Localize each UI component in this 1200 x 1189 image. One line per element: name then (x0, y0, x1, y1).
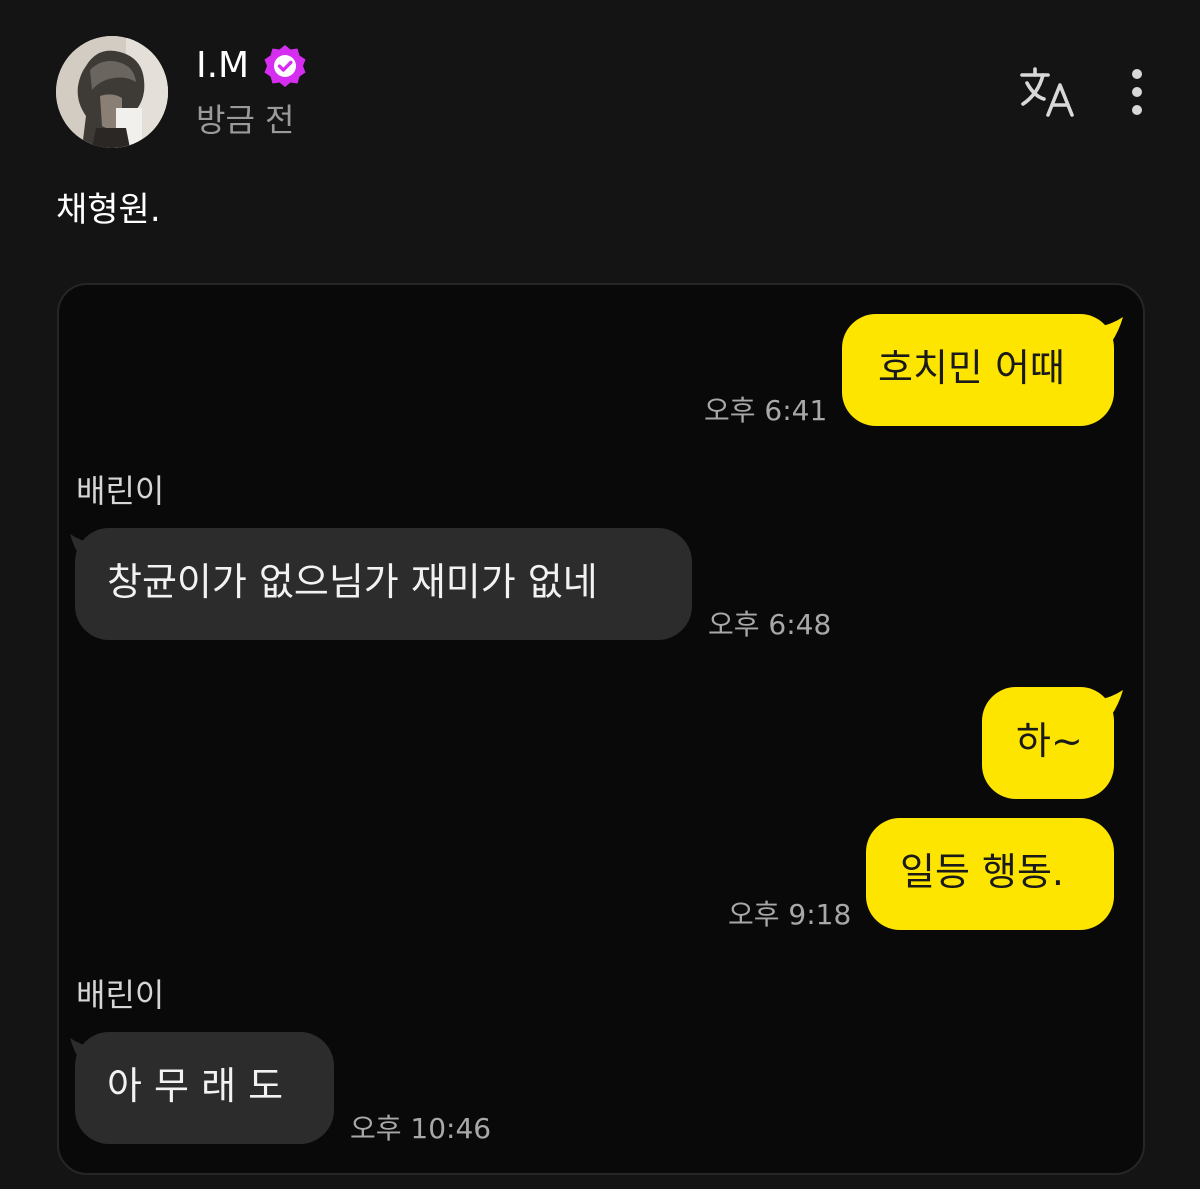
message-text: 아 무 래 도 (107, 1064, 284, 1108)
post-time: 방금 전 (196, 101, 295, 139)
post-caption: 채형원. (56, 190, 161, 230)
sender-name: 배린이 (76, 976, 165, 1014)
more-vertical-icon[interactable] (1118, 66, 1156, 118)
message-time: 오후 6:48 (708, 608, 832, 641)
translate-icon[interactable] (1018, 66, 1076, 118)
avatar[interactable] (56, 36, 168, 148)
author-name[interactable]: I.M (196, 44, 249, 88)
outgoing-message-bubble: 일등 행동. (866, 818, 1114, 930)
message-text: 하~ (1016, 719, 1083, 763)
chat-screenshot[interactable]: 호치민 어때 오후 6:41 배린이 창균이가 없으님가 재미가 없네 오후 6… (57, 283, 1145, 1175)
message-time: 오후 10:46 (350, 1112, 492, 1145)
message-text: 창균이가 없으님가 재미가 없네 (107, 560, 598, 604)
incoming-message-bubble: 아 무 래 도 (75, 1032, 334, 1144)
bubble-tail (1097, 317, 1123, 343)
message-text: 일등 행동. (900, 850, 1064, 894)
message-time: 오후 6:41 (704, 394, 828, 427)
bubble-tail (1097, 690, 1123, 716)
message-text: 호치민 어때 (878, 346, 1065, 390)
verified-badge-icon (264, 45, 306, 87)
post-header: I.M 방금 전 (0, 0, 1200, 160)
sender-name: 배린이 (76, 472, 165, 510)
incoming-message-bubble: 창균이가 없으님가 재미가 없네 (75, 528, 692, 640)
outgoing-message-bubble: 호치민 어때 (842, 314, 1114, 426)
avatar-image (56, 36, 168, 148)
outgoing-message-bubble: 하~ (982, 687, 1114, 799)
message-time: 오후 9:18 (728, 898, 852, 931)
